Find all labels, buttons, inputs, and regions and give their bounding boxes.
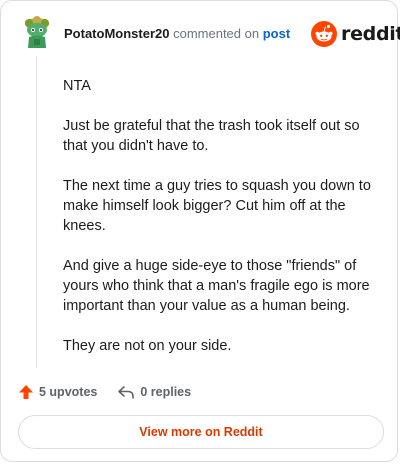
comment-actions: 5 upvotes 0 replies — [18, 381, 191, 403]
thread-line — [36, 56, 37, 368]
comment-paragraph: The next time a guy tries to squash you … — [63, 178, 371, 234]
reply-count: 0 replies — [140, 385, 192, 399]
comment-paragraph: And give a huge side-eye to those "frien… — [63, 258, 370, 314]
user-avatar[interactable] — [20, 15, 54, 49]
replies-button[interactable]: 0 replies — [117, 384, 191, 400]
view-more-button[interactable]: View more on Reddit — [18, 415, 384, 449]
upvote-button[interactable]: 5 upvotes — [18, 384, 97, 400]
comment-paragraph: NTA — [63, 78, 91, 94]
action-text: commented on — [173, 26, 260, 41]
upvote-arrow-icon — [19, 385, 33, 399]
comment-paragraph: They are not on your side. — [63, 338, 232, 354]
reply-arrow-icon — [118, 386, 135, 399]
snoo-avatar-icon — [25, 16, 49, 48]
comment-embed-card: PotatoMonster20 commented on post reddit… — [0, 0, 400, 462]
reddit-wordmark: reddit — [341, 23, 400, 45]
username[interactable]: PotatoMonster20 — [64, 26, 169, 41]
upvote-count: 5 upvotes — [39, 385, 98, 399]
reddit-logo[interactable]: reddit — [311, 21, 400, 47]
comment-header: PotatoMonster20 commented on post — [64, 26, 290, 42]
reddit-logo-icon — [311, 21, 337, 47]
comment-paragraph: Just be grateful that the trash took its… — [63, 118, 360, 154]
post-link[interactable]: post — [263, 26, 290, 41]
comment-body: NTA Just be grateful that the trash took… — [63, 76, 381, 376]
